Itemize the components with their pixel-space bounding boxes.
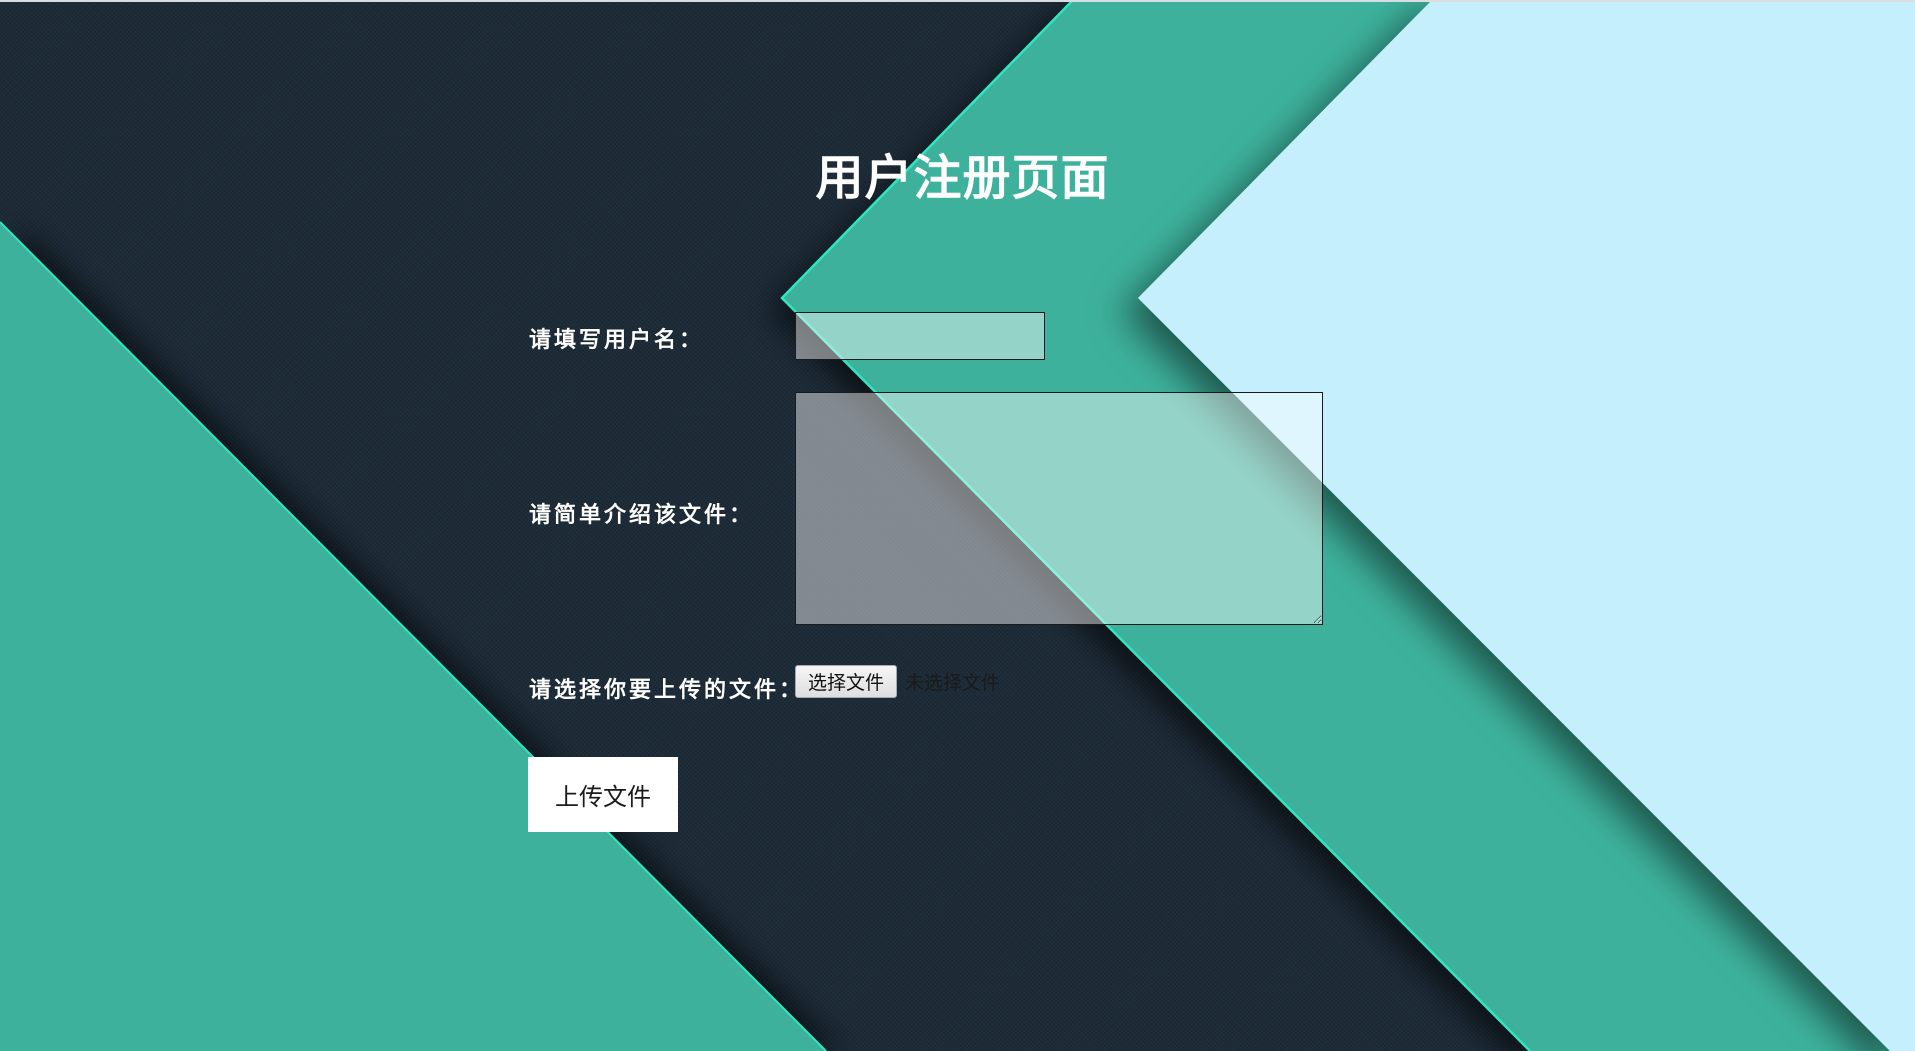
page-background: 用户注册页面 请填写用户名： 请简单介绍该文件： 请选择你要上传的文件： 选择文… [0, 0, 1915, 1051]
description-label: 请简单介绍该文件： [529, 502, 755, 528]
file-status-text: 未选择文件 [905, 671, 1001, 694]
top-border [0, 0, 1915, 2]
choose-file-button[interactable]: 选择文件 [795, 664, 898, 698]
description-textarea[interactable] [795, 392, 1323, 625]
username-input[interactable] [795, 312, 1045, 360]
file-input[interactable]: 选择文件 未选择文件 [795, 664, 1000, 698]
upload-file-button[interactable]: 上传文件 [528, 757, 678, 832]
page-title: 用户注册页面 [815, 150, 1110, 206]
file-label: 请选择你要上传的文件： [529, 677, 805, 703]
username-label: 请填写用户名： [529, 327, 705, 353]
